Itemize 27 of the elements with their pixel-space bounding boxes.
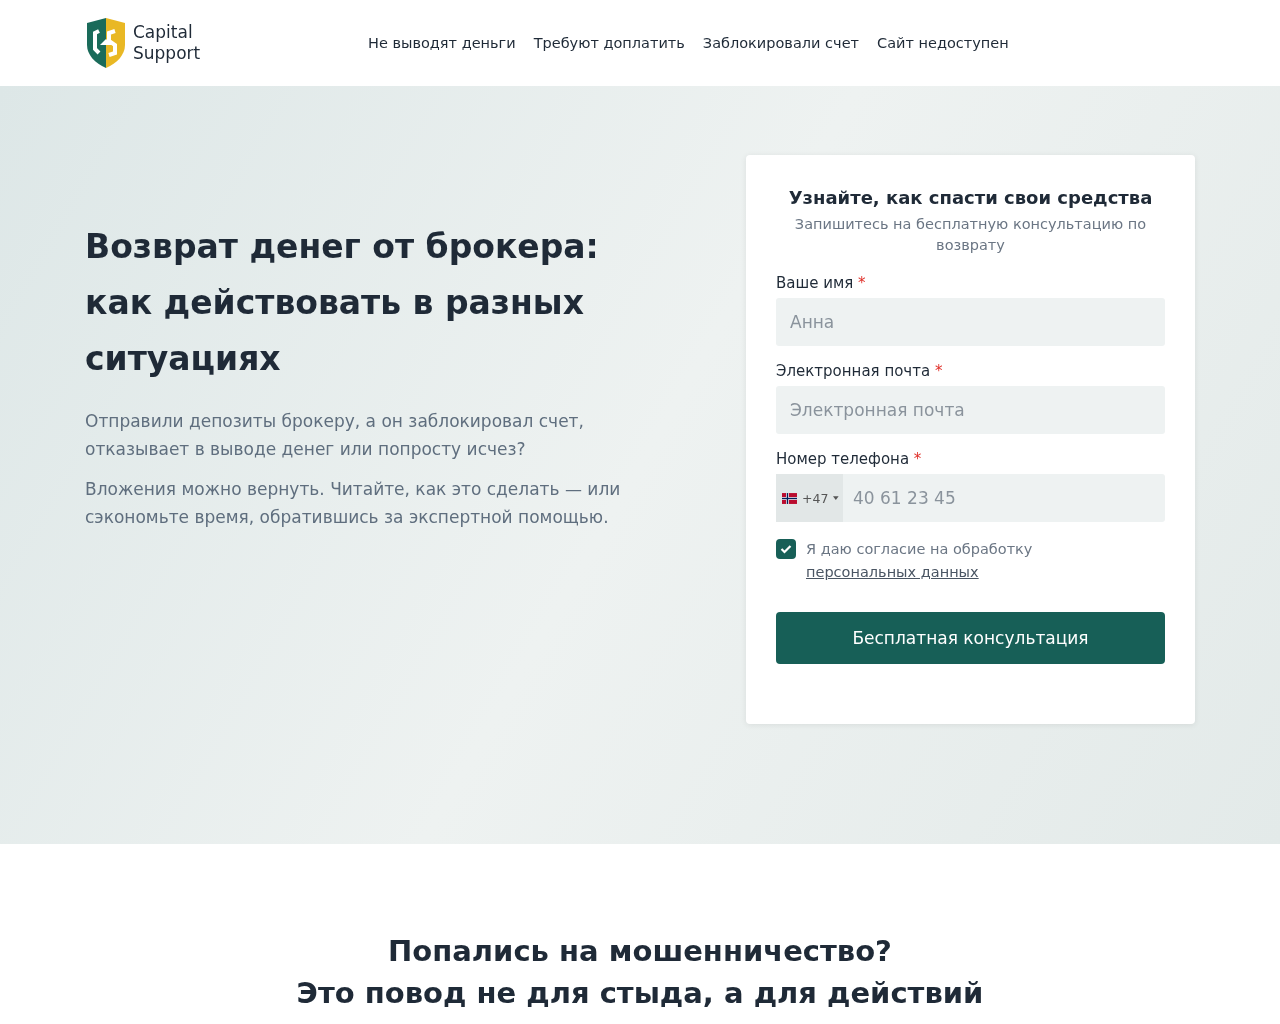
shield-logo-icon (85, 17, 127, 69)
country-selector[interactable]: +47 (776, 474, 843, 522)
submit-button[interactable]: Бесплатная консультация (776, 612, 1165, 664)
nav-link[interactable]: Заблокировали счет (702, 35, 859, 51)
phone-field[interactable]: +47 40 61 23 45 (776, 474, 1165, 522)
check-icon (780, 544, 792, 554)
flag-icon (782, 492, 797, 504)
nav-link[interactable]: Сайт недоступен (877, 35, 1009, 51)
form-title: Узнайте, как спасти свои средства (787, 187, 1154, 208)
field-label: Электронная почта * (776, 362, 944, 380)
logo-text: Capital (133, 22, 194, 43)
field-label: Номер телефона * (776, 450, 923, 468)
field-label: Ваше имя * (776, 274, 867, 292)
section-title: Попались на мошенничество? Это повод не для стыда, а для действий (295, 933, 985, 1012)
nav-link[interactable]: Требуют доплатить (533, 35, 685, 51)
hero-paragraph: Вложения можно вернуть. Читайте, как это сделать — или сэкономьте время, обратившись за экспертной помощью. (85, 478, 622, 529)
logo-text: Support (133, 43, 201, 64)
privacy-link[interactable]: персональных данных (806, 564, 979, 580)
consent-checkbox[interactable] (776, 539, 796, 559)
input-field[interactable]: Электронная почта (776, 386, 1165, 434)
caret-icon (833, 496, 839, 500)
input-field[interactable]: Анна (776, 298, 1165, 346)
consent-text: Я даю согласие на обработку персональных данных (806, 540, 1034, 582)
form-subtitle: Запишитесь на бесплатную консультацию по возврату (793, 215, 1148, 255)
hero-paragraph: Отправили депозиты брокеру, а он заблокировал счет, отказывает в выводе денег или попросту исчез? (85, 410, 585, 461)
nav-link[interactable]: Не выводят деньги (368, 35, 516, 51)
hero-title: Возврат денег от брокера: как действовать в разных ситуациях (85, 226, 600, 380)
